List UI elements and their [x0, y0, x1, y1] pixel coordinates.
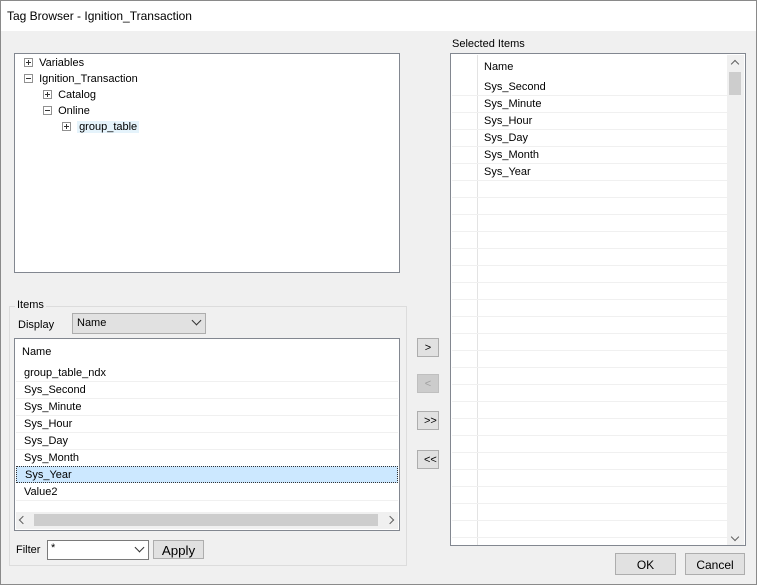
items-column-header[interactable]: Name: [22, 346, 51, 358]
grid-line: [452, 486, 728, 487]
selected-item[interactable]: Sys_Day: [484, 130, 528, 147]
grid-line: [452, 401, 728, 402]
tag-browser-window: Tag Browser - Ignition_Transaction Varia…: [0, 0, 757, 585]
grid-line: [452, 452, 728, 453]
selected-items-list[interactable]: Name Sys_Second Sys_Minute Sys_Hour Sys_…: [450, 53, 746, 546]
collapse-icon[interactable]: [43, 105, 52, 115]
tree-node-label: group_table: [77, 121, 140, 133]
scroll-down-icon[interactable]: [730, 532, 740, 542]
window-title: Tag Browser - Ignition_Transaction: [1, 1, 756, 31]
scroll-thumb[interactable]: [34, 514, 378, 526]
vertical-scrollbar[interactable]: [727, 55, 744, 545]
grid-line: [452, 197, 728, 198]
list-item[interactable]: group_table_ndx: [16, 365, 398, 382]
display-select[interactable]: Name: [72, 313, 206, 334]
grid-line: [452, 163, 728, 164]
ok-button[interactable]: OK: [615, 553, 676, 575]
list-item[interactable]: Sys_Second: [16, 382, 398, 399]
grid-line: [452, 350, 728, 351]
chevron-down-icon: [191, 315, 202, 326]
tree-node-label: Catalog: [58, 89, 96, 101]
expand-icon[interactable]: [24, 57, 33, 67]
grid-line: [452, 367, 728, 368]
cancel-button[interactable]: Cancel: [685, 553, 745, 575]
grid-line: [452, 435, 728, 436]
grid-line: [452, 384, 728, 385]
selected-column-header[interactable]: Name: [484, 61, 513, 73]
add-selected-button[interactable]: >: [417, 338, 439, 357]
grid-line: [452, 418, 728, 419]
collapse-icon[interactable]: [24, 73, 33, 83]
list-item[interactable]: Sys_Hour: [16, 416, 398, 433]
scroll-right-icon[interactable]: [385, 515, 395, 525]
grid-line: [452, 265, 728, 266]
add-all-button[interactable]: >>: [417, 411, 439, 430]
grid-line: [452, 180, 728, 181]
display-label: Display: [18, 319, 55, 331]
grid-line: [452, 537, 728, 538]
scroll-up-icon[interactable]: [730, 59, 740, 69]
scroll-thumb[interactable]: [729, 72, 741, 95]
horizontal-scrollbar[interactable]: [16, 512, 398, 529]
grid-line: [452, 146, 728, 147]
tree-node-label: Ignition_Transaction: [39, 73, 138, 85]
grid-line: [452, 231, 728, 232]
remove-selected-button[interactable]: <: [417, 374, 439, 393]
grid-line: [452, 282, 728, 283]
grid-line: [452, 299, 728, 300]
grid-line: [452, 95, 728, 96]
display-select-value: Name: [77, 317, 107, 329]
expand-icon[interactable]: [62, 121, 71, 131]
grid-line: [452, 469, 728, 470]
selected-item[interactable]: Sys_Month: [484, 147, 539, 164]
grid-line: [452, 248, 728, 249]
grid-line: [452, 129, 728, 130]
apply-button[interactable]: Apply: [153, 540, 204, 559]
remove-all-button[interactable]: <<: [417, 450, 439, 469]
grid-line: [452, 503, 728, 504]
grid-line: [452, 214, 728, 215]
list-item[interactable]: Sys_Minute: [16, 399, 398, 416]
expand-icon[interactable]: [43, 89, 52, 99]
filter-label: Filter: [16, 544, 41, 556]
list-item[interactable]: Value2: [16, 484, 398, 501]
tree-node-variables[interactable]: Variables: [24, 55, 84, 71]
grid-line: [452, 316, 728, 317]
selected-item[interactable]: Sys_Minute: [484, 96, 541, 113]
tree-node-ignition-transaction[interactable]: Ignition_Transaction: [24, 71, 138, 87]
tree-node-catalog[interactable]: Catalog: [43, 87, 96, 103]
tag-tree[interactable]: Variables Ignition_Transaction Catalog O…: [14, 53, 400, 273]
tree-node-label: Variables: [39, 57, 85, 69]
tree-node-label: Online: [58, 105, 90, 117]
list-item[interactable]: Sys_Month: [16, 450, 398, 467]
selected-item[interactable]: Sys_Year: [484, 164, 531, 181]
grid-line: [452, 112, 728, 113]
filter-value: *: [51, 542, 56, 554]
selected-item[interactable]: Sys_Second: [484, 79, 546, 96]
items-group-label: Items: [15, 299, 46, 311]
tree-node-online[interactable]: Online: [43, 103, 90, 119]
chevron-down-icon[interactable]: [134, 542, 145, 553]
filter-input[interactable]: *: [47, 540, 149, 560]
list-item[interactable]: Sys_Day: [16, 433, 398, 450]
selected-items-label: Selected Items: [452, 38, 525, 50]
grid-line: [452, 520, 728, 521]
scroll-left-icon[interactable]: [18, 515, 28, 525]
grid-line: [452, 333, 728, 334]
items-list[interactable]: Name group_table_ndx Sys_Second Sys_Minu…: [14, 338, 400, 531]
list-item-selected[interactable]: Sys_Year: [16, 466, 398, 483]
tree-node-group-table[interactable]: group_table: [62, 119, 140, 135]
selected-item[interactable]: Sys_Hour: [484, 113, 532, 130]
